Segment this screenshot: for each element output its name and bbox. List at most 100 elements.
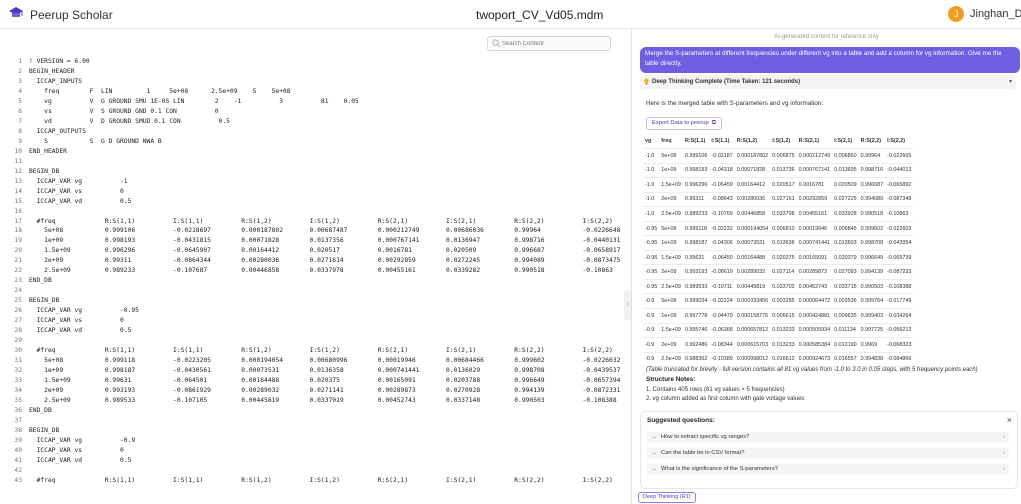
table-cell: 0.000333456 bbox=[734, 293, 771, 310]
line-number: 26 bbox=[14, 307, 22, 315]
table-row: -0.9 5e+08 0.999034 -0.02224 0.000333456 0.00… bbox=[643, 293, 914, 310]
table-cell: 0.990503 bbox=[858, 279, 886, 295]
table-cell: 0.998716 bbox=[858, 163, 886, 179]
line-text: vd V D GROUND SMUD 0.1 CON 0.5 bbox=[29, 117, 230, 125]
table-cell: 0.013736 bbox=[770, 163, 797, 179]
user-name[interactable]: Jinghan_Du bbox=[970, 8, 1021, 20]
code-line: 33 1.5e+09 0.99631 -0.064501 0.00164488 … bbox=[0, 376, 624, 386]
table-header-cell: freq bbox=[659, 133, 683, 149]
code-line: 12 BEGIN_DB bbox=[0, 167, 624, 177]
suggested-question[interactable]: → Can the table be in CSV format? › bbox=[647, 448, 1009, 459]
code-line: 37 bbox=[0, 416, 624, 426]
table-cell: 0.99311 bbox=[682, 192, 710, 208]
table-cell: 2e+09 bbox=[659, 192, 683, 208]
suggested-title: Suggested questions: bbox=[647, 417, 715, 424]
line-text: #freq R:S(1,1) I:S(1,1) R:S(1,2) I:S(1,2… bbox=[29, 347, 613, 355]
line-text: 1.5e+09 0.996296 -0.0645907 0.00164412 0… bbox=[29, 247, 621, 255]
table-cell: -0.9 bbox=[643, 293, 660, 310]
suggested-question-text: Can the table be in CSV format? bbox=[661, 450, 745, 456]
search-box[interactable] bbox=[487, 36, 611, 51]
table-cell: 0.020379 bbox=[832, 250, 859, 266]
table-cell: -1.0 bbox=[643, 177, 660, 193]
code-line: 28 ICCAP_VAR vd 0.5 bbox=[0, 326, 624, 336]
code-line: 7 vd V D GROUND SMUD 0.1 CON 0.5 bbox=[0, 117, 624, 127]
table-cell: 0.00455161 bbox=[796, 206, 833, 222]
suggested-question-text: How to extract specific vg ranges? bbox=[661, 434, 750, 440]
code-line: 3 ICCAP_INPUTS bbox=[0, 77, 624, 87]
table-cell: 0.998708 bbox=[858, 235, 886, 251]
table-cell: 0.006845 bbox=[832, 221, 859, 237]
table-cell: 0.016612 bbox=[770, 352, 797, 368]
code-line: 10 END_HEADER bbox=[0, 147, 624, 157]
table-cell: 0.020517 bbox=[770, 177, 797, 193]
table-cell: -0.087233 bbox=[885, 264, 914, 280]
table-header-cell: I:S(2,1) bbox=[832, 133, 859, 149]
table-row: -0.9 1.5e+09 0.995746 -0.06368 0.000657812 0.… bbox=[643, 323, 914, 339]
table-cell: -0.95 bbox=[643, 250, 660, 266]
table-cell: 0.00289873 bbox=[796, 264, 833, 280]
table-cell: 0.013695 bbox=[832, 163, 859, 179]
table-cell: 2e+09 bbox=[659, 337, 683, 353]
table-cell: 0.013636 bbox=[770, 235, 797, 251]
line-text: 2.5e+09 0.989233 -0.107687 0.00446858 0.… bbox=[29, 267, 613, 275]
code-line: 31 5e+08 0.999118 -0.0223205 0.000194054… bbox=[0, 356, 624, 366]
code-line: 8 ICCAP_OUTPUTS bbox=[0, 127, 624, 137]
table-cell: 0.033928 bbox=[832, 206, 859, 222]
code-line: 26 ICCAP_VAR vg -0.95 bbox=[0, 306, 624, 316]
line-number: 36 bbox=[14, 406, 22, 414]
chevron-down-icon[interactable]: ▾ bbox=[1009, 75, 1012, 89]
table-cell: 0.003536 bbox=[832, 293, 859, 310]
table-cell: 0.994089 bbox=[858, 192, 886, 208]
table-cell: 0.993193 bbox=[682, 264, 710, 280]
code-line: 18 5e+08 0.999106 -0.0218697 0.000187802… bbox=[0, 226, 624, 236]
table-cell: -0.06368 bbox=[709, 323, 735, 339]
line-text: 2e+09 0.99311 -0.0864344 0.00280036 0.02… bbox=[29, 257, 621, 265]
table-cell: -0.95 bbox=[643, 264, 660, 280]
arrow-right-icon: → bbox=[651, 434, 657, 440]
table-cell: 0.988362 bbox=[682, 352, 710, 368]
avatar[interactable]: J bbox=[948, 6, 964, 22]
line-number: 2 bbox=[18, 67, 22, 75]
suggested-question[interactable]: → What is the significance of the S-para… bbox=[647, 464, 1009, 475]
export-label: Export Data to peerup bbox=[652, 120, 709, 126]
line-number: 24 bbox=[14, 287, 22, 295]
suggested-question[interactable]: → How to extract specific vg ranges? › bbox=[647, 432, 1009, 443]
thinking-toggle[interactable]: Deep Thinking Complete (Time Taken: 121 … bbox=[640, 75, 1016, 89]
line-text: END_HEADER bbox=[29, 147, 67, 155]
lightbulb-icon bbox=[644, 78, 649, 85]
line-number: 20 bbox=[14, 247, 22, 255]
export-button[interactable]: Export Data to peerup ⧉ bbox=[646, 117, 722, 130]
table-cell: 0.00292859 bbox=[796, 192, 833, 208]
table-cell: -0.95 bbox=[643, 235, 660, 251]
line-text: END_DB bbox=[29, 277, 52, 285]
line-number: 22 bbox=[14, 267, 22, 275]
deep-thinking-button[interactable]: Deep Thinking (R1) bbox=[638, 492, 696, 503]
table-cell: -0.087348 bbox=[885, 192, 914, 208]
close-icon[interactable]: × bbox=[1007, 415, 1012, 425]
app-name[interactable]: Peerup Scholar bbox=[30, 8, 113, 22]
line-text: ICCAP_VAR vs 0 bbox=[29, 317, 124, 325]
line-text: ICCAP_VAR vd 0.5 bbox=[29, 327, 132, 335]
table-cell: 0.00289032 bbox=[734, 264, 771, 280]
line-number: 37 bbox=[14, 416, 22, 424]
table-cell: -0.044013 bbox=[885, 163, 914, 179]
line-number: 16 bbox=[14, 207, 22, 215]
table-cell: 0.006860 bbox=[832, 148, 859, 164]
chat-panel: AI-generated content for reference only … bbox=[632, 29, 1021, 504]
table-cell: -0.10389 bbox=[709, 352, 735, 368]
code-line: 21 2e+09 0.99311 -0.0864344 0.00280036 0… bbox=[0, 256, 624, 266]
table-cell: -0.10769 bbox=[709, 206, 735, 222]
table-cell: 0.9969 bbox=[858, 337, 886, 353]
table-cell: -0.9 bbox=[643, 337, 660, 353]
line-text: ICCAP_VAR vs 0 bbox=[29, 446, 124, 454]
line-number: 43 bbox=[14, 476, 22, 484]
line-number: 21 bbox=[14, 257, 22, 265]
table-cell: 0.995746 bbox=[682, 323, 710, 339]
code-line: 16 bbox=[0, 207, 624, 217]
line-text: ! VERSION = 6.00 bbox=[29, 58, 90, 65]
line-text: freq F LIN 1 5e+08 2.5e+09 5 5e+08 bbox=[29, 87, 291, 95]
search-input[interactable] bbox=[502, 37, 606, 50]
table-cell: 0.999118 bbox=[682, 221, 710, 237]
table-cell: -1.0 bbox=[643, 163, 660, 179]
table-header-cell: I:S(1,2) bbox=[770, 133, 797, 149]
